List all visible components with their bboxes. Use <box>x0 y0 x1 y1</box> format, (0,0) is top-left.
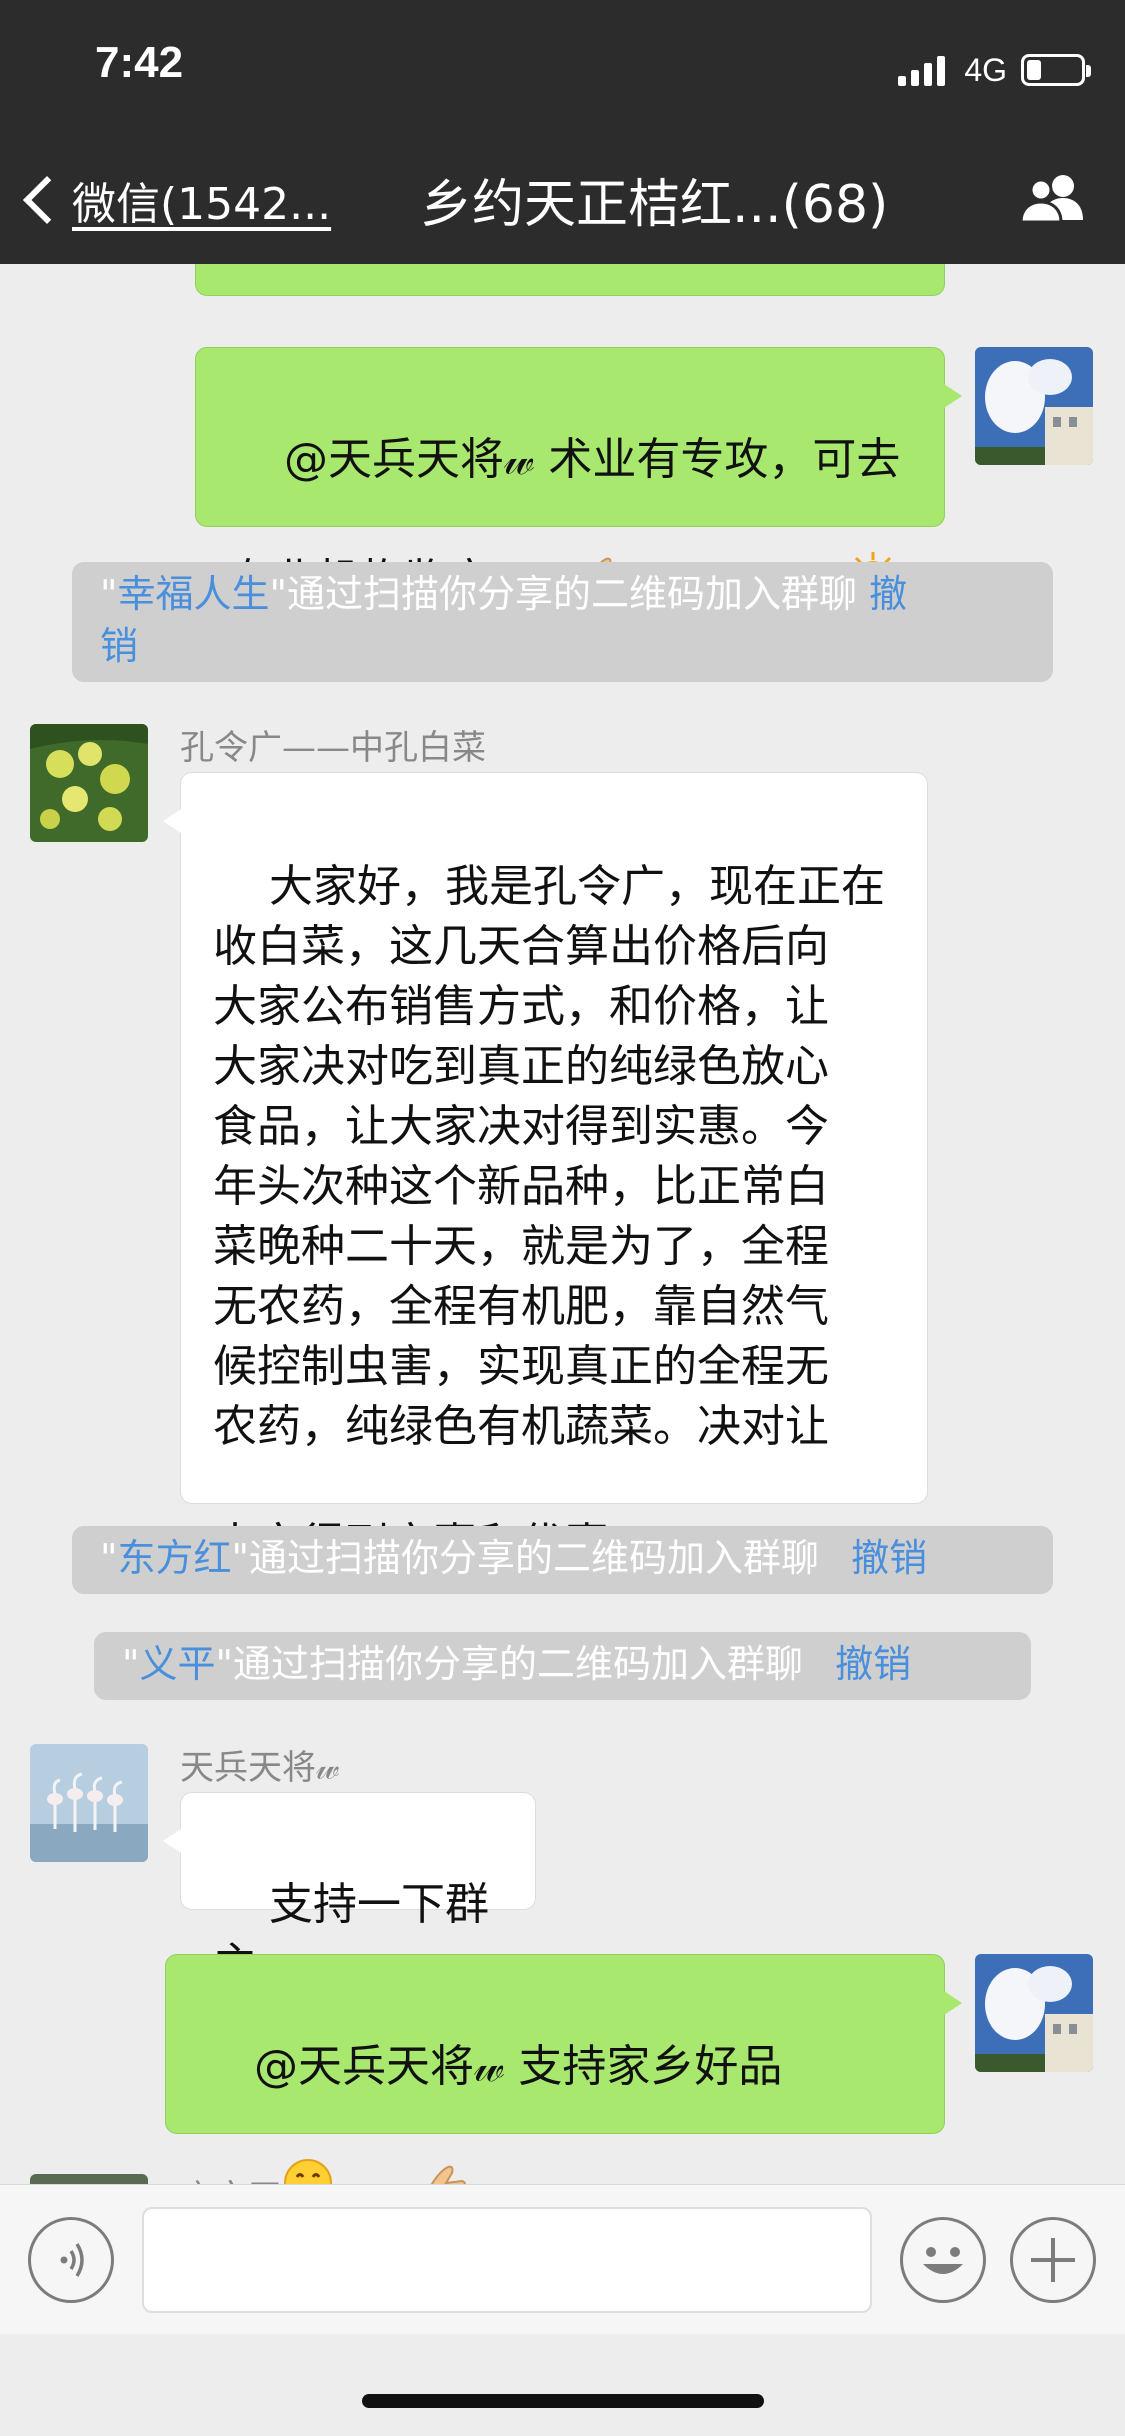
group-members-icon[interactable] <box>1017 170 1087 226</box>
message-bubble[interactable]: 支持一下群主 <box>163 1792 536 1990</box>
message-text: @天兵天将𝓌 支持家乡好品 <box>253 2041 783 2092</box>
message-bubble[interactable]: 大家好，我是孔令广，现在正在 收白菜，这几天合算出价格后向 大家公布销售方式，和… <box>163 772 928 1570</box>
network-type: 4G <box>964 51 1007 88</box>
joined-member-name[interactable]: 幸福人生 <box>117 572 269 616</box>
signal-icon <box>898 54 950 86</box>
sender-name: 庆文王 <box>180 2170 282 2184</box>
message-bubble[interactable]: @天兵天将𝓌 支持家乡好品 <box>165 1954 962 2184</box>
plus-icon <box>1031 2238 1075 2282</box>
system-join-notice: "东方红"通过扫描你分享的二维码加入群聊 撤销 <box>72 1526 1053 1594</box>
message-bubble[interactable]: @天兵天将𝓌 术业有专攻，可去 专业机构鉴定 <box>195 347 962 606</box>
undo-link[interactable]: 撤销 <box>835 1642 911 1686</box>
sender-name: 天兵天将𝓌 <box>180 1748 340 1788</box>
message-bubble[interactable] <box>195 264 962 296</box>
back-button[interactable]: 微信(1542... <box>22 165 332 235</box>
joined-member-name[interactable]: 东方红 <box>117 1536 231 1580</box>
emoji-smile-icon <box>923 2247 963 2274</box>
status-time: 7:42 <box>95 38 184 87</box>
ok-hand-emoji-icon <box>334 2101 470 2184</box>
message-text: 大家好，我是孔令广，现在正在 收白菜，这几天合算出价格后向 大家公布销售方式，和… <box>213 861 885 1570</box>
sender-avatar[interactable] <box>30 724 148 842</box>
message-input[interactable] <box>142 2207 872 2313</box>
home-indicator[interactable] <box>362 2394 764 2408</box>
status-indicators: 4G <box>898 50 1091 90</box>
message-list[interactable]: @天兵天将𝓌 术业有专攻，可去 专业机构鉴定 "幸福人生"通过扫描你分享的二维码… <box>0 264 1125 2184</box>
joined-member-name[interactable]: 义平 <box>139 1642 215 1686</box>
system-join-notice: "幸福人生"通过扫描你分享的二维码加入群聊 撤 销 <box>72 562 1053 682</box>
my-avatar[interactable] <box>975 1954 1093 2072</box>
sender-avatar[interactable] <box>30 1744 148 1862</box>
sender-avatar[interactable] <box>30 2174 148 2184</box>
voice-input-icon <box>60 2243 84 2277</box>
battery-icon <box>1021 54 1091 86</box>
back-label: 微信(1542... <box>72 179 332 230</box>
chat-header: 7:42 4G 微信(1542... 乡约天正桔红...(68) <box>0 0 1125 264</box>
input-bar <box>0 2184 1125 2334</box>
chevron-left-icon <box>22 175 72 225</box>
emoji-button[interactable] <box>900 2217 986 2303</box>
chat-title: 乡约天正桔红...(68) <box>420 175 889 235</box>
more-button[interactable] <box>1010 2217 1096 2303</box>
voice-input-button[interactable] <box>28 2217 114 2303</box>
undo-link[interactable]: 撤销 <box>851 1536 927 1580</box>
sender-name: 孔令广——中孔白菜 <box>180 728 486 768</box>
my-avatar[interactable] <box>975 347 1093 465</box>
system-join-notice: "义平"通过扫描你分享的二维码加入群聊 撤销 <box>94 1632 1031 1700</box>
